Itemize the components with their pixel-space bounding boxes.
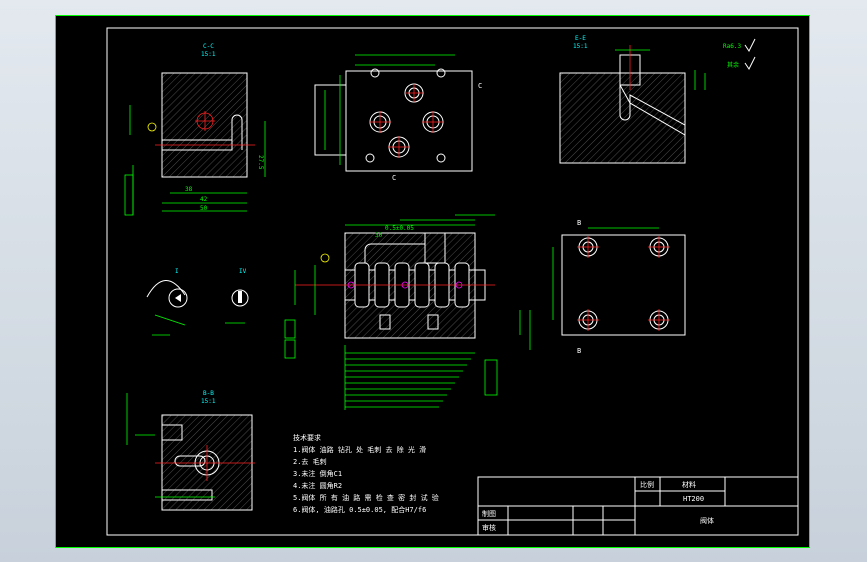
detail-2-label: IV	[239, 268, 247, 275]
notes-line-2: 2.去 毛刺	[293, 457, 327, 466]
part-name: 阀体	[700, 516, 714, 525]
section-cc-view: C-C 15:1 42 50 38 27.5	[124, 43, 266, 216]
section-ee-scale: 15:1	[573, 43, 588, 50]
notes-line-3: 3.未注 倒角C1	[293, 469, 342, 478]
material-value: HT200	[683, 495, 704, 503]
roughness-note-1: Ra6.3	[723, 43, 741, 50]
view-b-label-bottom: B	[577, 347, 581, 355]
main-section-view: 30 0.5±0.05	[284, 214, 531, 410]
checked-label: 审核	[482, 523, 496, 532]
drawing-canvas: C-C 15:1 42 50 38 27.5 C C E-E 15:1 Ra6.…	[55, 15, 810, 548]
notes-line-1: 1.阀体 油路 钻孔 处 毛刺 去 除 光 滑	[293, 445, 426, 454]
section-ee-label: E-E	[575, 35, 586, 42]
dim-42: 42	[200, 196, 208, 203]
dim-0505: 0.5±0.05	[385, 225, 414, 232]
section-cc-scale: 15:1	[201, 51, 216, 58]
drawn-label: 制图	[482, 509, 496, 518]
view-c-label-right: C	[478, 82, 482, 90]
top-view: C C	[314, 54, 482, 182]
section-bb-label: B-B	[203, 390, 214, 397]
dim-27: 27.5	[257, 155, 264, 170]
cad-viewport: C-C 15:1 42 50 38 27.5 C C E-E 15:1 Ra6.…	[55, 15, 810, 548]
dim-50: 50	[200, 205, 208, 212]
window-frame: C-C 15:1 42 50 38 27.5 C C E-E 15:1 Ra6.…	[0, 0, 867, 562]
scale-label: 比例	[640, 480, 654, 489]
roughness-note-2: 其余	[727, 61, 739, 69]
detail-views: I IV	[146, 268, 249, 336]
section-cc-label: C-C	[203, 43, 214, 50]
notes-line-5: 5.阀体 所 有 油 路 需 检 查 密 封 试 验	[293, 493, 439, 502]
material-label: 材料	[682, 480, 696, 489]
section-bb-scale: 15:1	[201, 398, 216, 405]
technical-notes: 技术要求 1.阀体 油路 钻孔 处 毛刺 去 除 光 滑 2.去 毛刺 3.未注…	[293, 433, 439, 514]
detail-1-label: I	[175, 268, 179, 275]
section-bb-view: B-B 15:1	[126, 390, 255, 511]
view-c-label-bottom: C	[392, 174, 396, 182]
title-block: 比例 材料 HT200 制图 审核 阀体	[477, 476, 799, 536]
notes-title: 技术要求	[293, 433, 321, 442]
notes-line-6: 6.阀体, 油路孔 0.5±0.05, 配合H7/f6	[293, 505, 426, 514]
notes-line-4: 4.未注 圆角R2	[293, 481, 342, 490]
dim-30: 30	[375, 232, 383, 239]
right-view: B B	[552, 219, 686, 355]
view-b-label-top: B	[577, 219, 581, 227]
dim-38: 38	[185, 186, 193, 193]
section-ee-view: E-E 15:1 Ra6.3 其余	[559, 35, 756, 164]
